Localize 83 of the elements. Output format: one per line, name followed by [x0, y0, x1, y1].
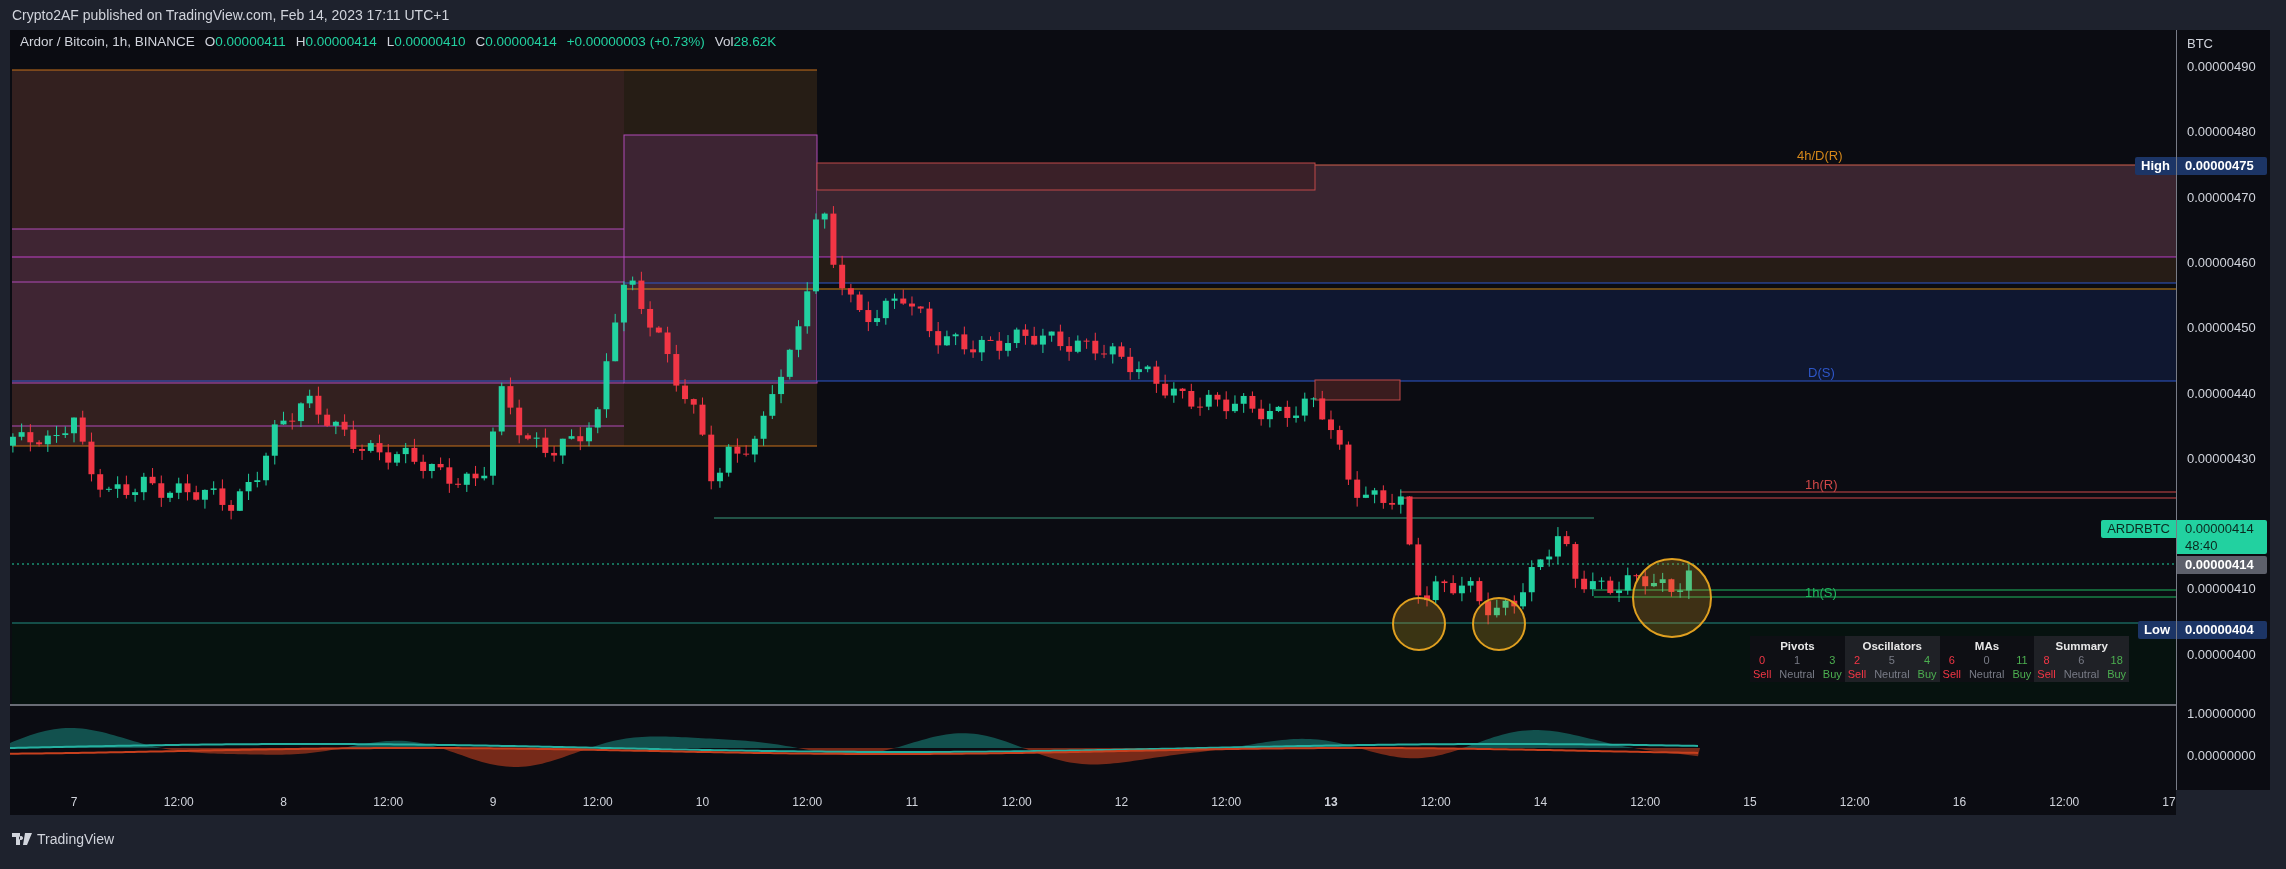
symbol-tag: ARDRBTC [2101, 520, 2176, 538]
buy-count: 3 [1829, 654, 1836, 666]
price-tick: 0.00000460 [2187, 254, 2256, 270]
neutral-count: 5 [1888, 654, 1895, 666]
time-tick: 12:00 [163, 795, 194, 809]
time-tick: 12:00 [1630, 795, 1661, 809]
buy-label: Buy [1917, 668, 1937, 680]
time-tick: 7 [70, 795, 78, 809]
price-tick: 0.00000400 [2187, 646, 2256, 662]
sell-count: 6 [1948, 654, 1955, 666]
high-price: 0.00000475 [2177, 157, 2267, 175]
ohlc-value: C0.00000414 [475, 34, 557, 49]
buy-count: 18 [2110, 654, 2123, 666]
buy-count: 11 [2016, 654, 2028, 666]
price-tick: 0.00000490 [2187, 59, 2256, 74]
sell-count: 0 [1759, 654, 1766, 666]
price-tick: 0.00000440 [2187, 385, 2256, 401]
time-tick: 12:00 [1001, 795, 1032, 809]
sell-label: Sell [1847, 668, 1867, 680]
price-change: +0.00000003 (+0.73%) [566, 34, 705, 49]
buy-label: Buy [2107, 668, 2127, 680]
bar-countdown: 48:40 [2185, 537, 2219, 554]
buy-count: 4 [1924, 654, 1931, 666]
ohlc-value: L0.00000410 [386, 34, 466, 49]
sell-label: Sell [2037, 668, 2056, 680]
time-tick: 12:00 [792, 795, 823, 809]
time-tick: 12:00 [2049, 795, 2080, 809]
logo-icon [12, 833, 32, 845]
neutral-count: 6 [2078, 654, 2085, 666]
neutral-count: 1 [1794, 654, 1801, 666]
time-tick: 9 [489, 795, 497, 809]
price-tick: 0.00000450 [2187, 320, 2256, 336]
time-tick: 11 [905, 795, 919, 809]
ohlc-value: O0.00000411 [204, 34, 286, 49]
time-tick: 13 [1324, 795, 1338, 809]
time-tick: 15 [1743, 795, 1757, 809]
sell-label: Sell [1753, 668, 1772, 680]
signal-group-title: Oscillators [1862, 640, 1922, 652]
neutral-count: 0 [1983, 654, 1990, 666]
low-price: 0.00000404 [2177, 621, 2267, 639]
volume-value: Vol28.62K [714, 34, 777, 49]
publish-info: Crypto2AF published on TradingView.com, Feb 14, 2023 17:11 UTC+1 [11, 6, 451, 25]
time-tick: 12:00 [1420, 795, 1451, 809]
buy-label: Buy [2012, 668, 2032, 680]
brand-name: TradingView [37, 831, 115, 847]
price-tick: 0.00000430 [2187, 450, 2256, 466]
oscillator-tick: 0.00000000 [2187, 748, 2256, 763]
ohlc-value: H0.00000414 [295, 34, 377, 49]
sell-label: Sell [1942, 668, 1961, 680]
sell-count: 8 [2043, 654, 2050, 666]
time-tick: 12 [1114, 795, 1129, 809]
time-tick: 17 [2162, 795, 2176, 809]
price-tick: 0.00000410 [2187, 581, 2256, 597]
time-tick: 14 [1533, 795, 1548, 809]
price-tick: 0.00000470 [2187, 189, 2256, 205]
buy-label: Buy [1822, 668, 1842, 680]
currency-unit: BTC [2187, 36, 2213, 51]
time-tick: 12:00 [582, 795, 613, 809]
level-label: 1h(R) [1805, 477, 1838, 492]
previous-close-price: 0.00000414 [2177, 556, 2267, 574]
last-price: 0.00000414 [2185, 520, 2255, 537]
time-tick: 12:00 [373, 795, 404, 809]
signal-group-title: Summary [2055, 640, 2108, 652]
time-tick: 12:00 [1211, 795, 1242, 809]
time-tick: 10 [695, 795, 710, 809]
level-label: 4h/D(R) [1797, 148, 1843, 163]
price-tick: 0.00000480 [2187, 124, 2256, 140]
neutral-label: Neutral [2063, 668, 2100, 680]
high-tag: High [2135, 157, 2176, 175]
time-tick: 12:00 [1839, 795, 1870, 809]
oscillator-tick: 1.00000000 [2187, 706, 2256, 721]
level-label: D(S) [1808, 365, 1835, 380]
time-tick: 8 [280, 795, 287, 809]
neutral-label: Neutral [1968, 668, 2005, 680]
neutral-label: Neutral [1779, 668, 1815, 680]
low-tag: Low [2138, 621, 2176, 639]
sell-count: 2 [1853, 654, 1860, 666]
time-tick: 16 [1952, 795, 1967, 809]
level-label: 1h(S) [1805, 585, 1837, 600]
neutral-label: Neutral [1874, 668, 1910, 680]
signal-group-title: MAs [1974, 640, 2000, 652]
symbol-title: Ardor / Bitcoin, 1h, BINANCE [20, 34, 195, 49]
signal-group-title: Pivots [1780, 640, 1815, 652]
